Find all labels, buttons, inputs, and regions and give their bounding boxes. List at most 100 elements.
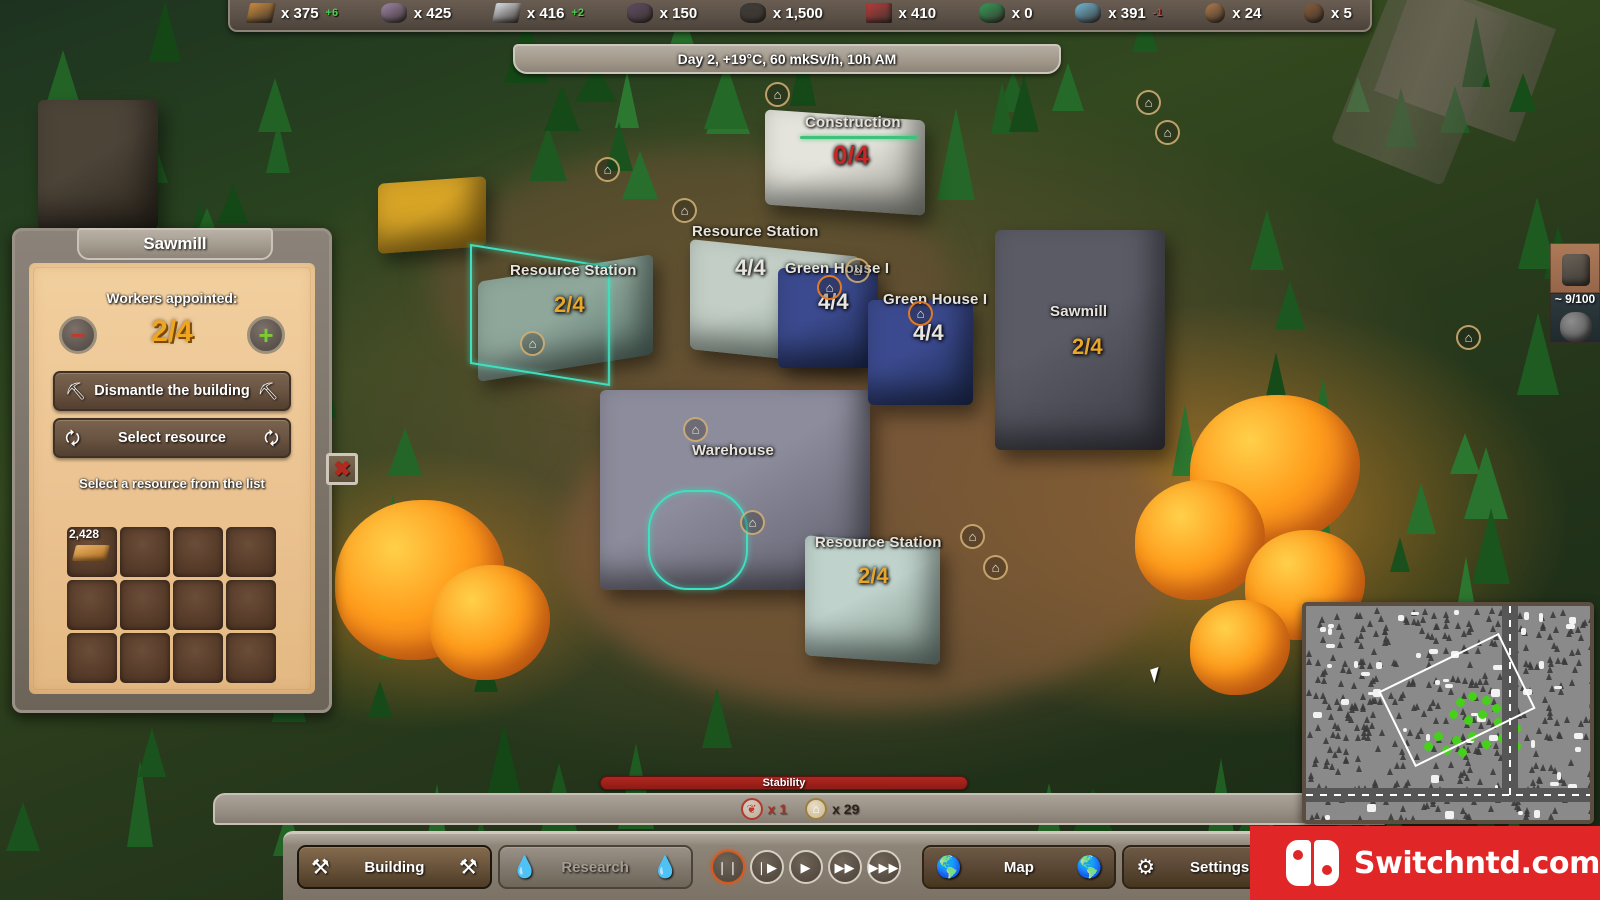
resource-slot[interactable] — [226, 527, 276, 577]
building-home-icon[interactable]: ⌂ — [983, 555, 1008, 580]
status-strip: ❦x 1⌂x 29 — [213, 793, 1387, 825]
resource-count: x 1,500 — [773, 5, 823, 22]
resource-slot[interactable] — [173, 580, 223, 630]
resource-slot[interactable] — [173, 633, 223, 683]
minimap-tree — [1338, 680, 1344, 687]
minimap-tree — [1583, 716, 1589, 723]
speed-1-button[interactable]: ❘▶ — [750, 850, 784, 884]
building-panel-title: Sawmill — [77, 228, 273, 260]
select-resource-button[interactable]: 🗘 Select resource 🗘 — [53, 418, 291, 458]
building-menu-button[interactable]: ⚒ Building ⚒ — [297, 845, 492, 889]
close-panel-button[interactable]: ✖ — [326, 453, 358, 485]
building-home-icon[interactable]: ⌂ — [520, 331, 545, 356]
minimap-tree — [1528, 663, 1534, 670]
minimap-tree — [1379, 729, 1385, 736]
equipment-slot[interactable] — [1550, 243, 1600, 293]
minimap-tree — [1568, 759, 1574, 766]
minimap-tree — [1315, 724, 1321, 731]
building-home-icon[interactable]: ⌂ — [960, 524, 985, 549]
resource-count: x 0 — [1012, 5, 1033, 22]
minimap-tree — [1547, 656, 1553, 663]
research-menu-button[interactable]: 💧 Research 💧 — [498, 845, 693, 889]
pause-button[interactable]: ❘❘ — [711, 850, 745, 884]
building-home-icon[interactable]: ⌂ — [765, 82, 790, 107]
building-home-icon[interactable]: ⌂ — [817, 275, 842, 300]
sawmill-building[interactable] — [995, 230, 1165, 450]
speed-controls[interactable]: ❘❘❘▶▶▶▶▶▶▶ — [711, 850, 906, 884]
resource-count: x 24 — [1232, 5, 1261, 22]
minimap-tree — [1464, 774, 1470, 781]
minimap-tree — [1554, 719, 1560, 726]
dismantle-building-button[interactable]: ⛏ Dismantle the building ⛏ — [53, 371, 291, 411]
minimap-structure — [1313, 712, 1322, 718]
speed-4-button[interactable]: ▶▶▶ — [867, 850, 901, 884]
minimap-tree — [1422, 608, 1428, 615]
resource-slot[interactable] — [226, 633, 276, 683]
tree-icon — [1250, 210, 1284, 270]
bottom-toolbar[interactable]: ⚒ Building ⚒ 💧 Research 💧 ❘❘❘▶▶▶▶▶▶▶ 🌎 M… — [283, 831, 1317, 900]
building-home-icon[interactable]: ⌂ — [1136, 90, 1161, 115]
building-home-icon[interactable]: ⌂ — [908, 301, 933, 326]
minimap-tree — [1357, 816, 1363, 823]
minimap-tree — [1400, 762, 1406, 769]
building-info-panel[interactable]: Sawmill Workers appointed: − 2/4 + ⛏ Dis… — [12, 228, 332, 713]
resource-slot[interactable]: 2,428 — [67, 527, 117, 577]
minimap[interactable] — [1302, 602, 1594, 824]
minimap-tree — [1569, 679, 1575, 686]
equipment-slot[interactable]: ~ 9/100 — [1550, 293, 1600, 343]
minimap-road-marking — [1306, 794, 1594, 796]
minimap-tree — [1544, 733, 1550, 740]
planks-icon — [72, 545, 110, 561]
resource-slot[interactable] — [120, 633, 170, 683]
resource-count: x 416 — [527, 5, 565, 22]
minimap-structure — [1361, 672, 1370, 676]
minimap-structure — [1429, 649, 1438, 654]
minimap-tree — [1465, 759, 1471, 766]
building-home-icon[interactable]: ⌂ — [595, 157, 620, 182]
map-button[interactable]: 🌎 Map 🌎 — [922, 845, 1117, 889]
minimap-tree — [1307, 731, 1313, 738]
minimap-tree — [1306, 689, 1312, 696]
construction-site[interactable] — [765, 109, 925, 215]
resource-item: x 150 — [627, 3, 698, 23]
fire-icon: ❦ — [741, 798, 763, 820]
minimap-tree — [1358, 642, 1364, 649]
water-tower[interactable] — [38, 100, 158, 230]
minimap-tree — [1486, 615, 1492, 622]
building-home-icon[interactable]: ⌂ — [683, 417, 708, 442]
minimap-tree — [1488, 805, 1494, 812]
resource-slot[interactable] — [120, 580, 170, 630]
building-home-icon[interactable]: ⌂ — [1456, 325, 1481, 350]
building-home-icon[interactable]: ⌂ — [1155, 120, 1180, 145]
minimap-tree — [1335, 724, 1341, 731]
tree-icon — [1472, 508, 1510, 584]
speed-3-button[interactable]: ▶▶ — [828, 850, 862, 884]
switch-logo-icon — [1286, 840, 1340, 886]
speed-2-button[interactable]: ▶ — [789, 850, 823, 884]
minimap-tree — [1547, 713, 1553, 720]
equipment-panel[interactable]: ~ 9/100 — [1550, 243, 1600, 343]
minimap-structure — [1575, 747, 1581, 752]
minimap-tree — [1387, 768, 1393, 775]
minimap-tree — [1420, 616, 1426, 623]
resource-slot[interactable] — [67, 633, 117, 683]
resource-slot[interactable] — [173, 527, 223, 577]
minimap-tree — [1434, 623, 1440, 630]
minimap-tree — [1360, 625, 1366, 632]
minimap-tree — [1373, 675, 1379, 682]
minimap-structure — [1521, 628, 1526, 635]
minimap-structure — [1454, 610, 1459, 615]
abandoned-car[interactable] — [378, 176, 486, 254]
female-worker-icon — [1304, 3, 1324, 23]
resource-slot[interactable] — [67, 580, 117, 630]
resource-slot-grid[interactable]: 2,428 — [67, 527, 276, 683]
resource-slot[interactable] — [120, 527, 170, 577]
building-home-icon[interactable]: ⌂ — [740, 510, 765, 535]
building-home-icon[interactable]: ⌂ — [672, 198, 697, 223]
resource-slot[interactable] — [226, 580, 276, 630]
building-home-icon[interactable]: ⌂ — [845, 258, 870, 283]
hammer-wrench-icon: ⚒ — [459, 857, 478, 878]
resource-station-building[interactable] — [805, 535, 940, 664]
minimap-tree — [1360, 693, 1366, 700]
increase-workers-button[interactable]: + — [247, 316, 285, 354]
